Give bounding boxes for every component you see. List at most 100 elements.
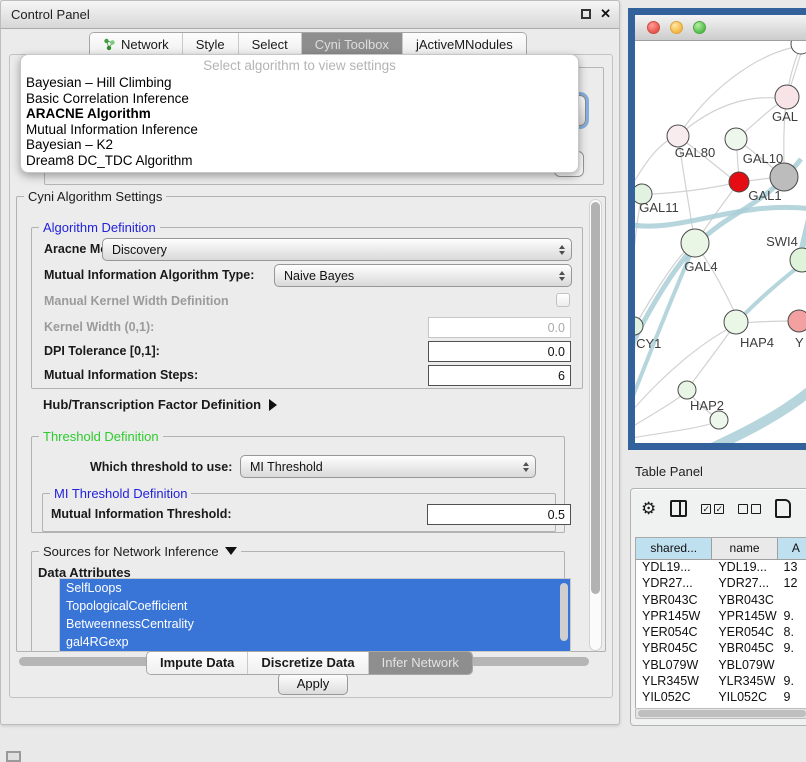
kernel-width-field[interactable] [428,317,571,338]
dock-panel-icon[interactable] [6,751,21,762]
column-header-a[interactable]: A [778,538,806,559]
kernel-width-label: Kernel Width (0,1): [44,320,154,334]
node-label-gal80: GAL80 [675,145,715,160]
stepper-arrows-icon [559,271,565,281]
algorithm-dropdown-popup: Select algorithm to view settings Bayesi… [20,54,579,173]
column-header-name[interactable]: name [712,538,777,559]
column-header-shared[interactable]: shared... [636,538,712,559]
gear-icon[interactable]: ⚙ [641,500,656,517]
algorithm-option-bayesian-k2[interactable]: Bayesian – K2 [21,137,578,153]
table-row[interactable]: YDL19...YDL19...13 [636,560,806,576]
network-node[interactable] [710,411,728,429]
data-attributes-list[interactable]: SelfLoopsTopologicalCoefficientBetweenne… [59,578,571,652]
network-node-hap4[interactable] [724,310,748,334]
zoom-window-icon[interactable] [693,21,706,34]
control-panel-titlebar: Control Panel ✕ [1,1,619,29]
attribute-item-selfloops[interactable]: SelfLoops [60,579,570,597]
attribute-item-betweennesscentrality[interactable]: BetweennessCentrality [60,615,570,633]
stepper-arrows-icon [523,462,529,472]
threshold-definition-title: Threshold Definition [39,429,163,444]
network-node-hap2[interactable] [678,381,696,399]
node-label-gal4: GAL4 [684,259,717,274]
dpi-tolerance-field[interactable] [428,341,571,362]
apply-button[interactable]: Apply [278,673,348,695]
network-view-window: GALGAL80GAL10GAL1GAL11GAL4SWI4GCY1HAP4YH… [628,8,806,450]
network-node-gal[interactable] [775,85,799,109]
table-panel-title: Table Panel [635,464,703,479]
table-row[interactable]: YIL052CYIL052C9 [636,690,806,706]
bottom-tab-discretize-data[interactable]: Discretize Data [247,652,367,674]
network-node-gcy1[interactable] [635,317,643,335]
mi-threshold-definition-title: MI Threshold Definition [50,486,191,501]
dropdown-placeholder: Select algorithm to view settings [21,58,578,75]
select-all-columns-icon[interactable]: ✓✓ [701,504,724,514]
network-icon [103,38,116,51]
manual-kernel-width-label: Manual Kernel Width Definition [44,294,229,308]
manual-kernel-width-checkbox[interactable] [556,293,570,307]
network-node-gal10[interactable] [725,128,747,150]
algorithm-option-dream8-dc-tdc-algorithm[interactable]: Dream8 DC_TDC Algorithm [21,153,578,169]
mi-algorithm-type-combo[interactable]: Naive Bayes [274,264,572,287]
algorithm-option-basic-correlation-inference[interactable]: Basic Correlation Inference [21,91,578,107]
network-node-swi4[interactable] [790,248,806,272]
network-canvas[interactable]: GALGAL80GAL10GAL1GAL11GAL4SWI4GCY1HAP4YH… [635,41,806,443]
split-columns-icon[interactable] [670,500,687,517]
node-label-y: Y [795,335,804,350]
control-panel-content: Select algorithm to view settings Bayesi… [9,54,613,698]
table-row[interactable]: YLR345WYLR345W9. [636,674,806,690]
cyni-bottom-tabbar: Impute DataDiscretize DataInfer Network [146,651,473,675]
node-label-gal1: GAL1 [748,188,781,203]
table-row[interactable]: YPR145WYPR145W9. [636,609,806,625]
mi-steps-label: Mutual Information Steps: [44,368,198,382]
hub-definition-toggle[interactable]: Hub/Transcription Factor Definition [43,397,277,412]
stepper-arrows-icon [559,245,565,255]
mi-threshold-field[interactable] [427,504,571,525]
table-row[interactable]: YER054CYER054C8. [636,625,806,641]
network-node-gal4[interactable] [681,229,709,257]
close-panel-icon[interactable]: ✕ [600,8,611,20]
algorithm-option-bayesian-hill-climbing[interactable]: Bayesian – Hill Climbing [21,75,578,91]
node-table[interactable]: shared...nameA YDL19...YDL19...13YDR27..… [635,537,806,708]
table-panel-window: ⚙ ✓✓ shared...nameA YDL19...YDL19...13YD… [630,488,806,726]
attribute-item-gal4rgexp[interactable]: gal4RGexp [60,633,570,651]
bottom-tab-infer-network[interactable]: Infer Network [368,652,472,674]
algorithm-option-aracne-algorithm[interactable]: ARACNE Algorithm [21,106,578,122]
document-icon[interactable] [775,499,791,518]
network-node-gal1[interactable] [729,172,749,192]
node-label-gal11: GAL11 [639,200,679,215]
deselect-all-columns-icon[interactable] [738,504,761,514]
aracne-mode-combo[interactable]: Discovery [102,238,572,261]
collapse-arrow-icon [225,547,237,555]
node-label-gal10: GAL10 [743,151,783,166]
mi-steps-field[interactable] [428,365,571,386]
network-node[interactable] [791,41,806,54]
float-window-icon[interactable] [581,9,591,19]
network-node-y[interactable] [788,310,806,332]
which-threshold-combo[interactable]: MI Threshold [240,455,536,478]
settings-vertical-scrollbar[interactable] [589,199,602,651]
algorithm-definition-title: Algorithm Definition [39,220,160,235]
algorithm-option-mutual-information-inference[interactable]: Mutual Information Inference [21,122,578,138]
network-node[interactable] [770,163,798,191]
node-label-hap4: HAP4 [740,335,774,350]
list-scrollbar-thumb[interactable] [560,583,568,641]
table-toolbar: ⚙ ✓✓ [641,499,791,518]
control-panel-window: Control Panel ✕ NetworkStyleSelectCyni T… [0,0,620,725]
node-label-swi4: SWI4 [766,234,798,249]
table-row[interactable]: YBL079WYBL079W [636,658,806,674]
bottom-tab-impute-data[interactable]: Impute Data [147,652,247,674]
close-window-icon[interactable] [647,21,660,34]
table-horizontal-scrollbar[interactable] [635,708,806,719]
node-label-gal: GAL [772,109,798,124]
cyni-algorithm-settings-group: Cyni Algorithm Settings Algorithm Defini… [16,196,606,652]
table-row[interactable]: YBR043CYBR043C [636,593,806,609]
minimize-window-icon[interactable] [670,21,683,34]
table-row[interactable]: YDR27...YDR27...12 [636,576,806,592]
network-node-gal80[interactable] [667,125,689,147]
mi-algorithm-type-label: Mutual Information Algorithm Type: [44,268,254,282]
table-row[interactable]: YBR045CYBR045C9. [636,641,806,657]
mi-threshold-definition-group: MI Threshold Definition Mutual Informati… [42,493,556,532]
mi-threshold-label: Mutual Information Threshold: [51,507,232,521]
sources-group-title[interactable]: Sources for Network Inference [39,544,241,559]
attribute-item-topologicalcoefficient[interactable]: TopologicalCoefficient [60,597,570,615]
